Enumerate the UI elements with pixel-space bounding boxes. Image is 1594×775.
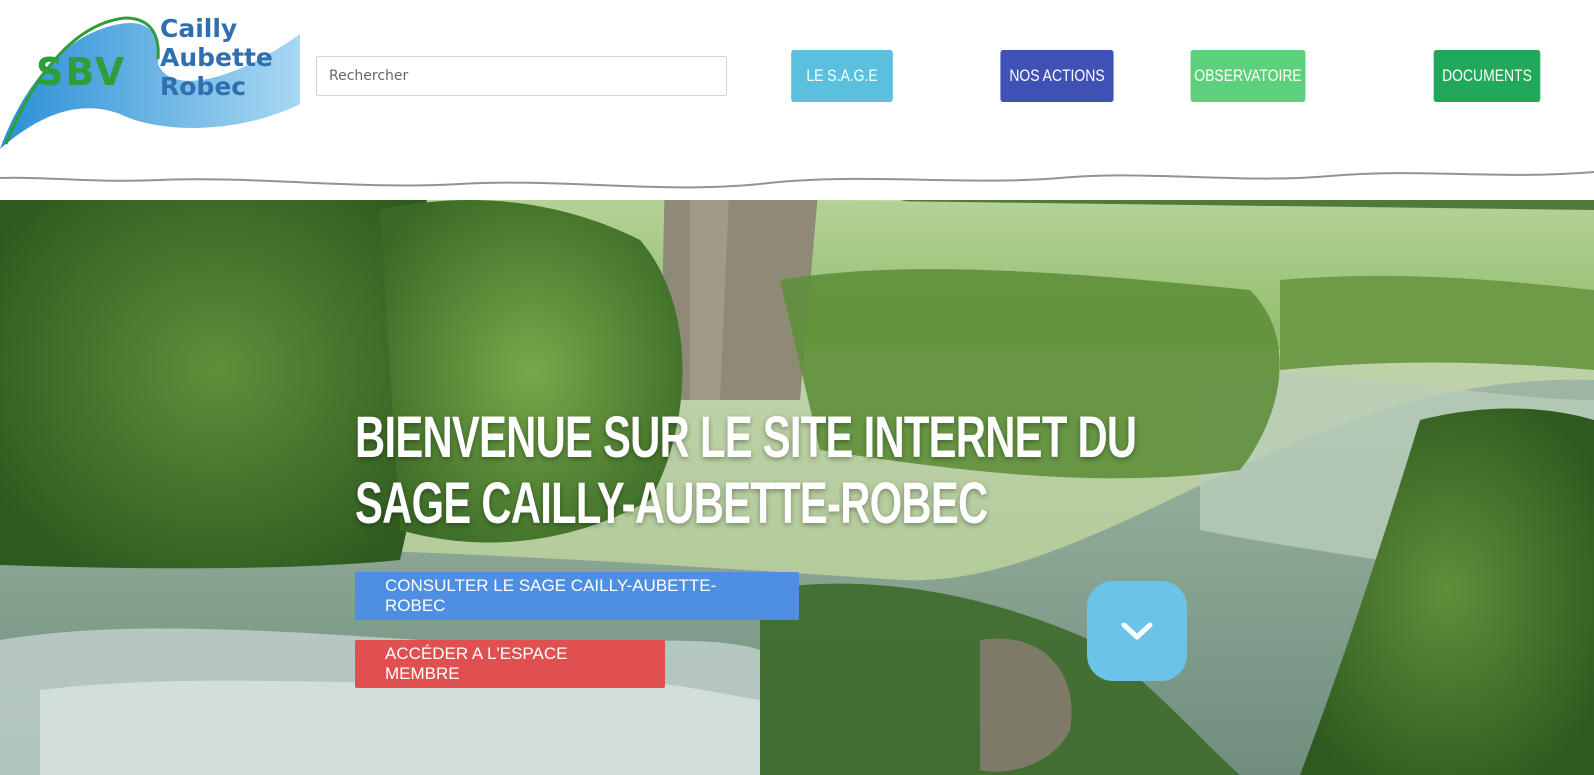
- hero-title-line-1: BIENVENUE SUR LE SITE INTERNET DU: [355, 405, 1137, 470]
- scroll-down-button[interactable]: [1087, 581, 1187, 681]
- logo-line-3: Robec: [160, 72, 247, 101]
- nav-button-sage-label: LE S.A.G.E: [806, 66, 878, 85]
- nav-button-actions-label: NOS ACTIONS: [1009, 66, 1105, 85]
- nav-button-sage[interactable]: LE S.A.G.E: [791, 50, 893, 102]
- nav-button-observatoire[interactable]: OBSERVATOIRE: [1190, 50, 1306, 102]
- logo-line-2: Aubette: [160, 43, 273, 72]
- nav-button-observatoire-label: OBSERVATOIRE: [1194, 66, 1302, 85]
- hero-title: BIENVENUE SUR LE SITE INTERNET DU SAGE C…: [355, 405, 1137, 537]
- hero-title-line-2: SAGE CAILLY-AUBETTE-ROBEC: [355, 471, 988, 536]
- wave-divider: [0, 150, 1594, 189]
- nav-button-documents[interactable]: DOCUMENTS: [1433, 50, 1541, 102]
- search-input[interactable]: [316, 56, 727, 96]
- logo-line-1: Cailly: [160, 14, 238, 43]
- member-area-button[interactable]: ACCÉDER A L'ESPACE MEMBRE: [355, 640, 665, 688]
- logo-name: Cailly Aubette Robec: [160, 14, 273, 101]
- nav-button-documents-label: DOCUMENTS: [1442, 66, 1532, 85]
- page: SBV Cailly Aubette Robec LE S.A.G.E NOS …: [0, 0, 1594, 775]
- chevron-down-icon: [1121, 622, 1153, 640]
- site-logo[interactable]: SBV Cailly Aubette Robec: [0, 4, 300, 154]
- logo-initials: SBV: [36, 50, 127, 94]
- consult-sage-button[interactable]: CONSULTER LE SAGE CAILLY-AUBETTE-ROBEC: [355, 572, 799, 620]
- nav-button-actions[interactable]: NOS ACTIONS: [1000, 50, 1114, 102]
